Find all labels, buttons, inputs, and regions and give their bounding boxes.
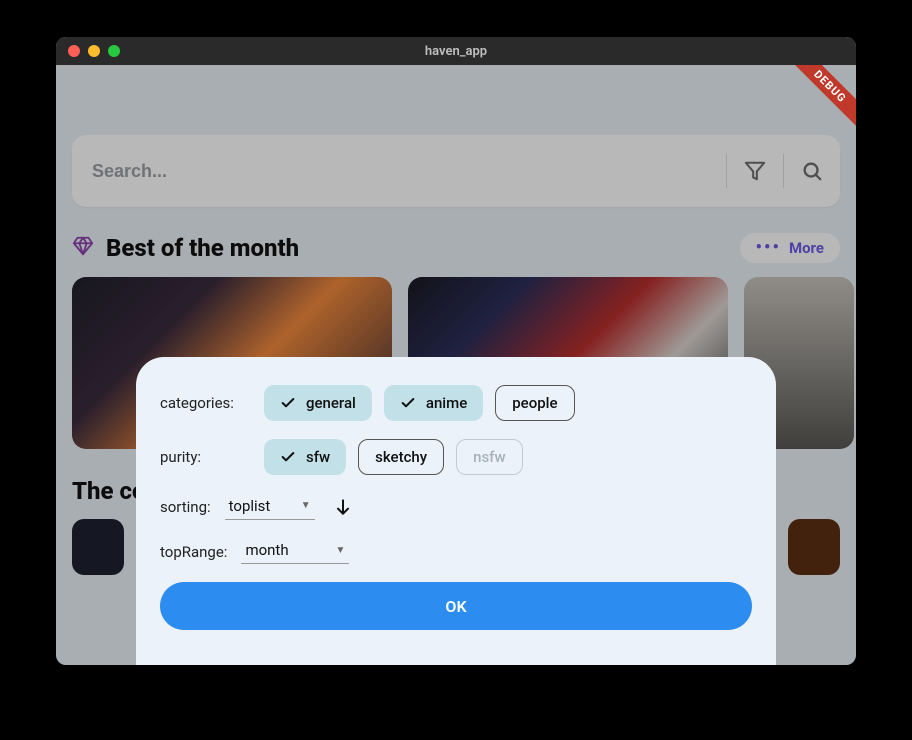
- check-icon: [280, 395, 296, 411]
- chip-label: people: [512, 394, 557, 412]
- check-icon: [400, 395, 416, 411]
- toprange-select[interactable]: month ▼: [241, 539, 349, 564]
- chip-label: anime: [426, 394, 467, 412]
- ok-label: OK: [445, 597, 466, 616]
- chip-label: nsfw: [473, 448, 506, 466]
- toprange-value: month: [245, 541, 288, 559]
- minimize-window-button[interactable]: [88, 45, 100, 57]
- sorting-value: toplist: [229, 497, 271, 515]
- maximize-window-button[interactable]: [108, 45, 120, 57]
- purity-row: purity: sfw sketchy nsfw: [160, 439, 752, 475]
- dropdown-icon: ▼: [336, 545, 346, 556]
- categories-row: categories: general anime people: [160, 385, 752, 421]
- app-window: haven_app DEBUG Best of the month ••• Mo…: [56, 37, 856, 665]
- category-chip-general[interactable]: general: [264, 385, 372, 421]
- purity-chip-sfw[interactable]: sfw: [264, 439, 346, 475]
- categories-chips: general anime people: [264, 385, 575, 421]
- sorting-select[interactable]: toplist ▼: [225, 495, 315, 520]
- sorting-row: sorting: toplist ▼: [160, 493, 752, 521]
- close-window-button[interactable]: [68, 45, 80, 57]
- chip-label: sfw: [306, 448, 330, 466]
- purity-label: purity:: [160, 448, 264, 466]
- purity-chip-nsfw: nsfw: [456, 439, 523, 475]
- chip-label: sketchy: [375, 448, 427, 466]
- toprange-label: topRange:: [160, 543, 227, 561]
- content-area: DEBUG Best of the month ••• More The co: [56, 65, 856, 665]
- window-controls: [68, 45, 120, 57]
- sorting-label: sorting:: [160, 498, 211, 516]
- check-icon: [280, 449, 296, 465]
- purity-chip-sketchy[interactable]: sketchy: [358, 439, 444, 475]
- toprange-row: topRange: month ▼: [160, 539, 752, 564]
- dropdown-icon: ▼: [301, 500, 311, 511]
- sort-direction-button[interactable]: [329, 493, 357, 521]
- arrow-down-icon: [333, 497, 353, 517]
- chip-label: general: [306, 394, 356, 412]
- filter-sheet: categories: general anime people purity: s…: [136, 357, 776, 665]
- category-chip-anime[interactable]: anime: [384, 385, 483, 421]
- category-chip-people[interactable]: people: [495, 385, 574, 421]
- window-title: haven_app: [56, 44, 856, 59]
- categories-label: categories:: [160, 394, 264, 412]
- ok-button[interactable]: OK: [160, 582, 752, 630]
- titlebar: haven_app: [56, 37, 856, 65]
- purity-chips: sfw sketchy nsfw: [264, 439, 523, 475]
